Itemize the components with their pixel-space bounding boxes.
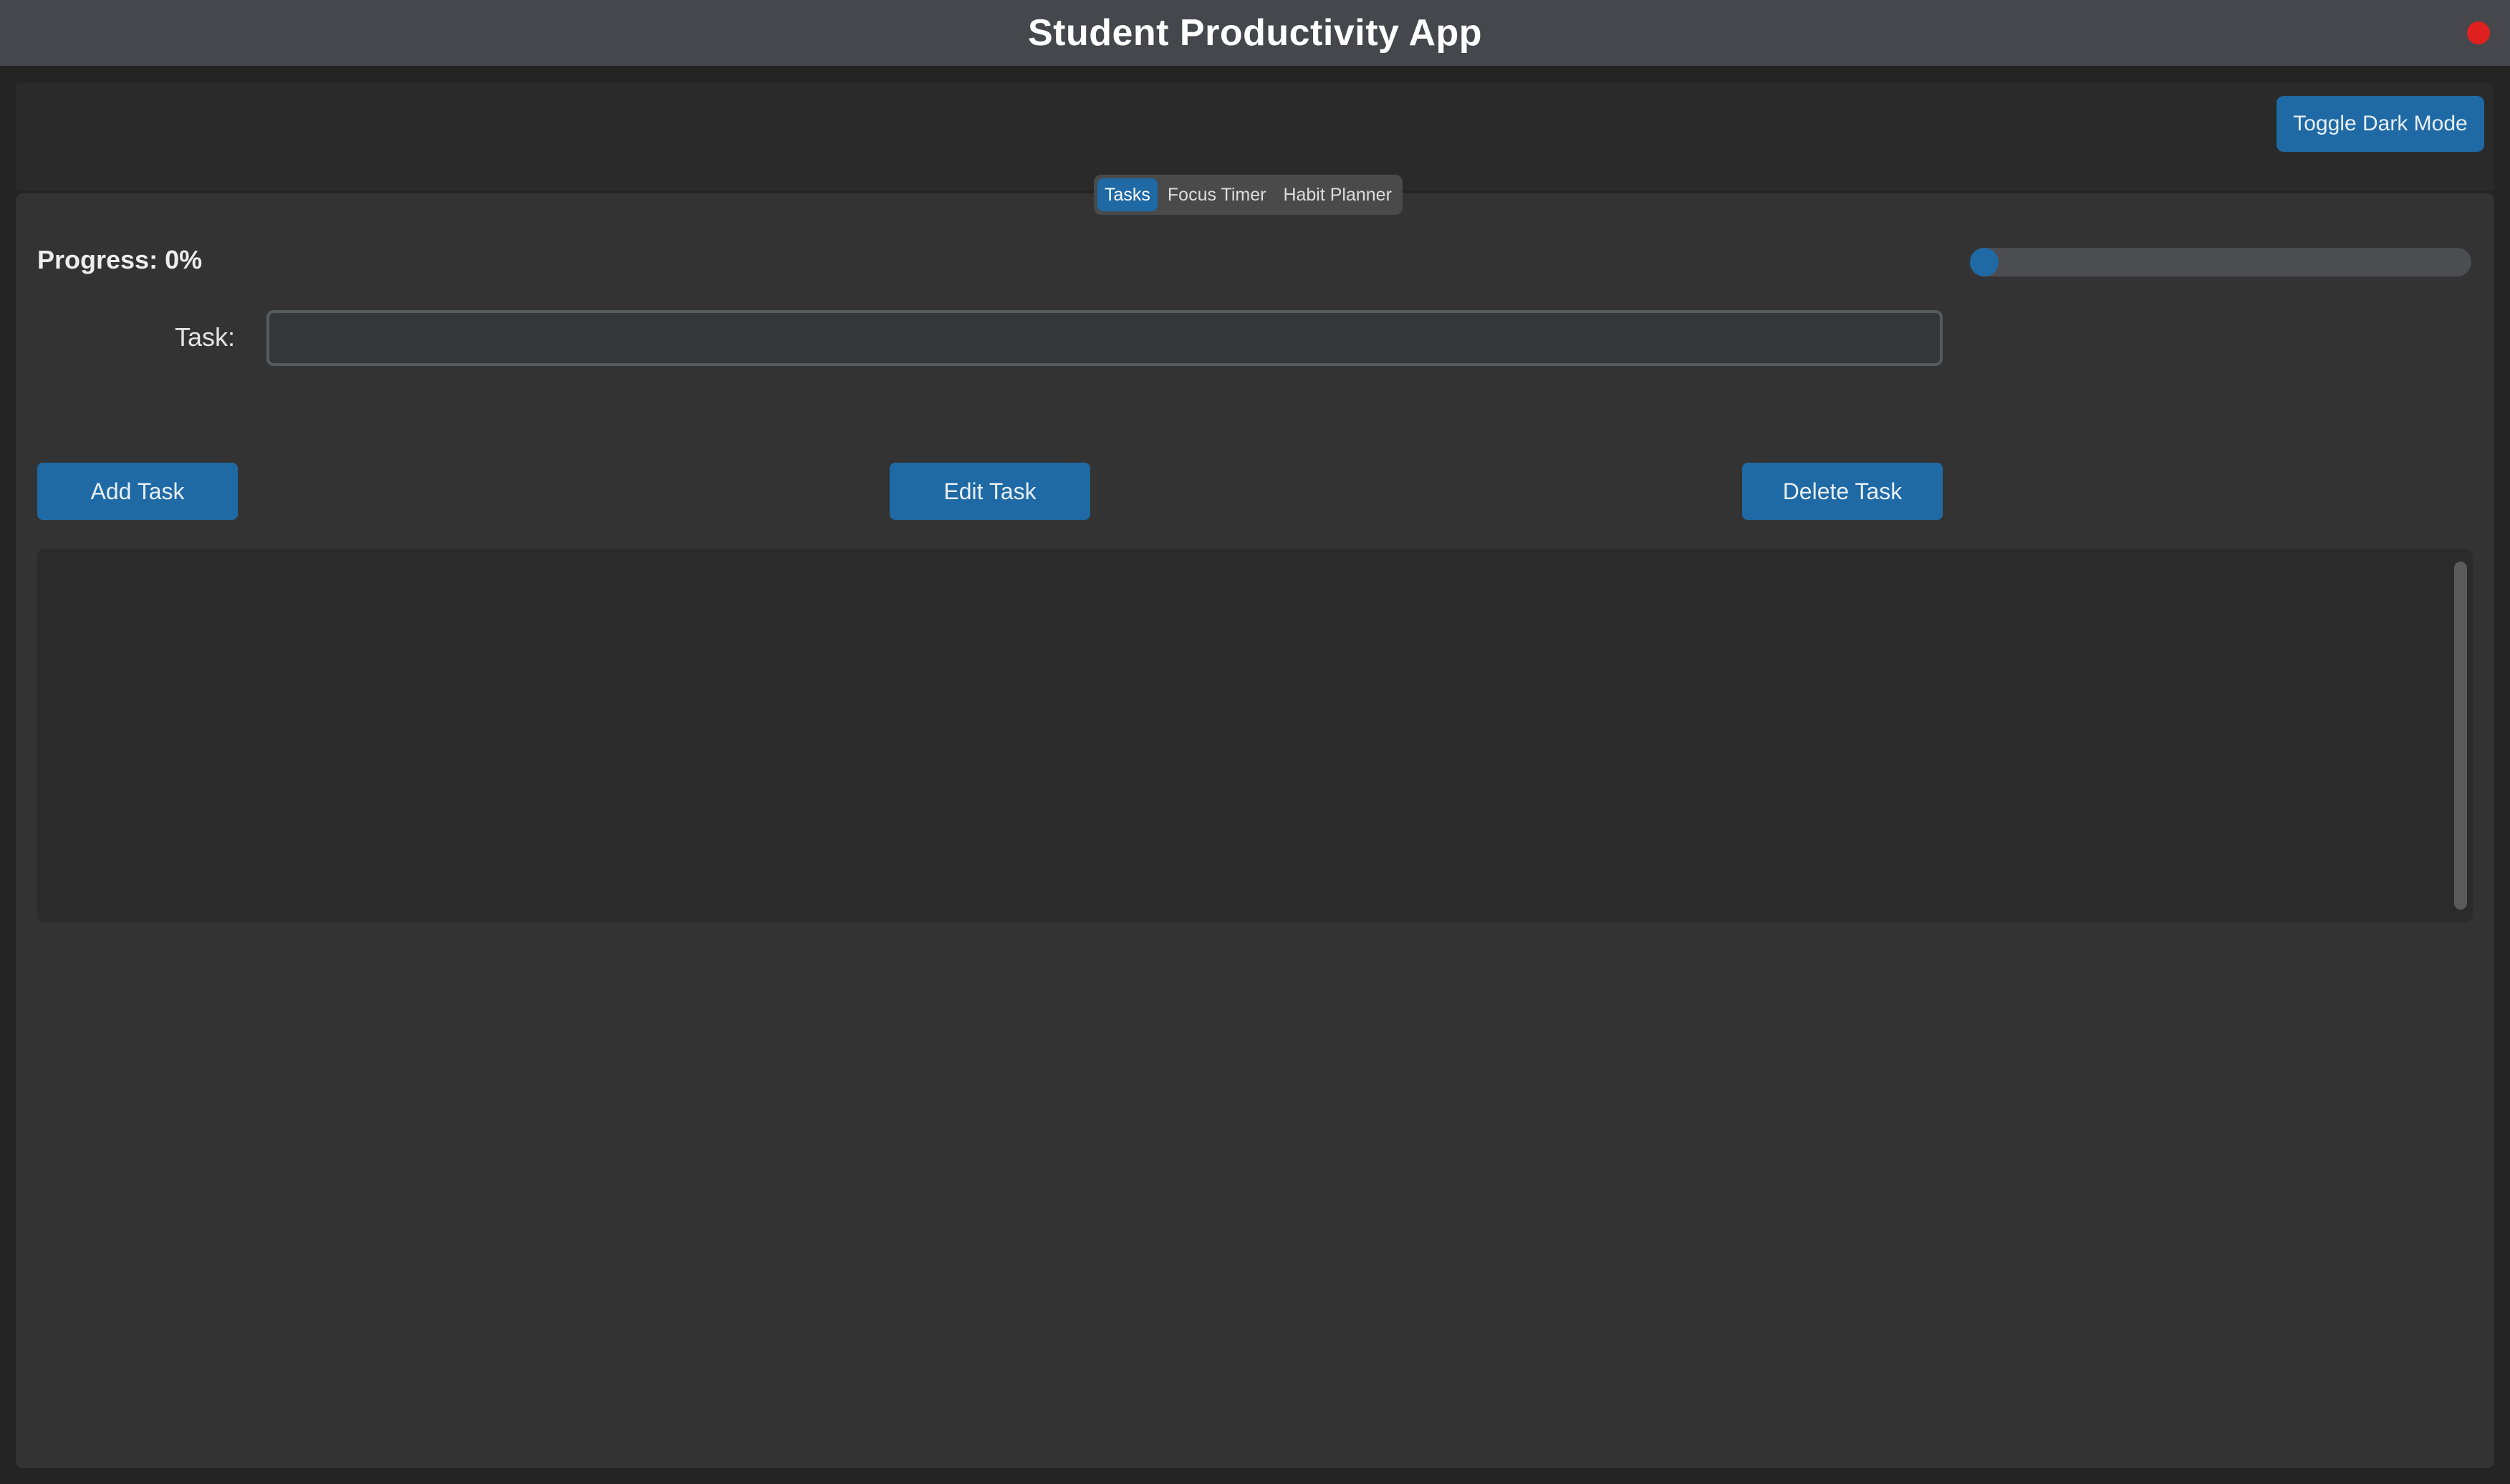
app-window: Toggle Dark Mode Tasks Focus Timer Habit…: [0, 66, 2510, 1484]
tab-tasks[interactable]: Tasks: [1097, 178, 1158, 211]
progress-bar-fill: [1970, 248, 1999, 276]
tab-selector: Tasks Focus Timer Habit Planner: [1094, 175, 1403, 215]
progress-label: Progress: 0%: [37, 245, 203, 274]
tab-habit-planner[interactable]: Habit Planner: [1276, 178, 1399, 211]
task-list[interactable]: [37, 549, 2473, 922]
add-task-button[interactable]: Add Task: [37, 463, 238, 520]
edit-task-button[interactable]: Edit Task: [890, 463, 1090, 520]
progress-bar: [1970, 248, 2471, 276]
tab-focus-timer[interactable]: Focus Timer: [1160, 178, 1274, 211]
title-bar: Student Productivity App: [0, 0, 2510, 66]
task-input[interactable]: [266, 310, 1943, 366]
task-list-scrollbar[interactable]: [2454, 562, 2467, 910]
close-icon[interactable]: [2467, 21, 2490, 44]
tab-view: Tasks Focus Timer Habit Planner Progress…: [16, 175, 2494, 1468]
task-field-label: Task:: [175, 322, 236, 352]
window-title: Student Productivity App: [1027, 12, 1483, 54]
delete-task-button[interactable]: Delete Task: [1742, 463, 1943, 520]
toggle-dark-mode-button[interactable]: Toggle Dark Mode: [2276, 96, 2484, 152]
